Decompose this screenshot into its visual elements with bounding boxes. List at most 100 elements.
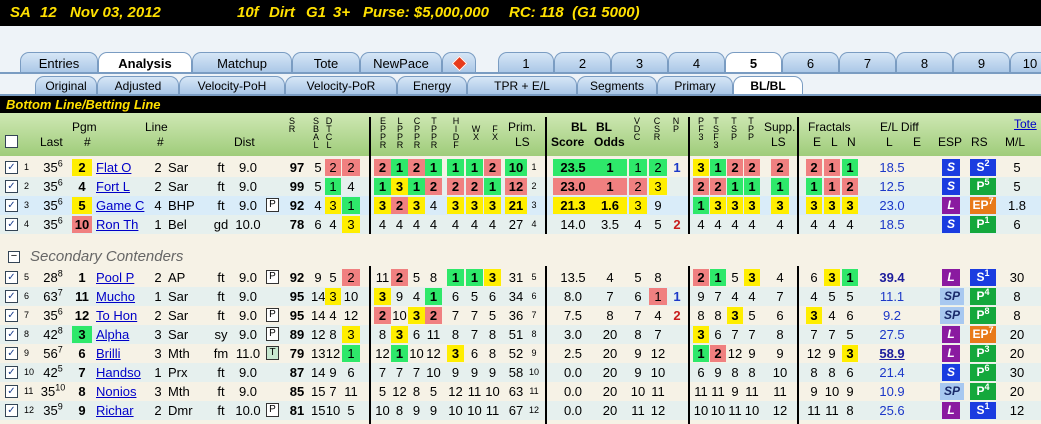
table-row[interactable]: ✓ 7 356 12 To Hon 2 Sar ft 9.0 P 95 14 4 12 2 10 3 2 7 7 5 36…	[0, 306, 1041, 325]
last-superscript: 9	[57, 401, 63, 412]
subtab-original[interactable]: Original	[35, 76, 97, 94]
table-row[interactable]: ✓ 12 359 9 Richar 2 Dmr ft 10.0 P 81 15 10 5 10 8 9 9 10 10…	[0, 401, 1041, 420]
tab-race-3[interactable]: 3	[611, 52, 668, 73]
row-checkbox[interactable]: ✓	[5, 218, 18, 231]
subtab-tpr-el[interactable]: TPR + E/L	[467, 76, 577, 94]
row-checkbox[interactable]: ✓	[5, 290, 18, 303]
tab-matchup[interactable]: Matchup	[192, 52, 292, 73]
subtab-adjusted[interactable]: Adjusted	[97, 76, 179, 94]
surface-flag-box: P	[266, 327, 279, 341]
subtab-velocity-poh[interactable]: Velocity-PoH	[179, 76, 285, 94]
morning-line-odds: 1.8	[1007, 198, 1027, 213]
subtab-bl-bl[interactable]: BL/BL	[733, 76, 803, 94]
table-row[interactable]: ✓ 1 356 2 Flat O 2 Sar ft 9.0 97 5 2 2 2 1 2 1 1 1 2 10 1 23.5…	[0, 158, 1041, 177]
horse-name-link[interactable]: Handso	[96, 363, 152, 382]
row-checkbox[interactable]: ✓	[5, 385, 18, 398]
speed-rating: 85	[289, 384, 305, 399]
tab-race-8[interactable]: 8	[896, 52, 953, 73]
row-checkbox[interactable]: ✓	[5, 347, 18, 360]
header-bl-score-1: BL	[571, 120, 587, 134]
surface: ft	[217, 289, 225, 304]
tab-race-9[interactable]: 9	[953, 52, 1010, 73]
supp-ls: 7	[776, 289, 784, 304]
table-row[interactable]: ✓ 2 356 4 Fort L 2 Sar ft 9.0 99 5 1 4 1 3 1 2 2 2 1 12 2 23.0…	[0, 177, 1041, 196]
horse-name-link[interactable]: Alpha	[96, 325, 152, 344]
subtab-energy[interactable]: Energy	[397, 76, 467, 94]
row-checkbox[interactable]: ✓	[5, 328, 18, 341]
row-checkbox[interactable]: ✓	[5, 309, 18, 322]
collapse-toggle[interactable]: −	[8, 251, 20, 263]
fractal-seg-f3: 3	[727, 307, 743, 324]
subtab-velocity-por[interactable]: Velocity-PoR	[285, 76, 397, 94]
row-number: 6	[24, 291, 30, 301]
np-rank: 2	[673, 308, 681, 323]
table-row[interactable]: ✓ 9 567 6 Brilli 3 Mth fm 11.0 T 79 13 12 1 12 1 10 12 3 6 8…	[0, 344, 1041, 363]
select-all-checkbox[interactable]	[5, 135, 18, 148]
table-row[interactable]: ✓ 11 3510 8 Nonios 3 Mth ft 9.0 85 15 7 11 5 12 8 5 12 11 1…	[0, 382, 1041, 401]
tab-race-2[interactable]: 2	[554, 52, 611, 73]
fractal-seg-f3: 4	[731, 289, 739, 304]
tab-race-10[interactable]: 10	[1010, 52, 1041, 73]
track-icon-tab[interactable]	[442, 52, 476, 73]
table-row[interactable]: ✓ 4 356 10 Ron Th 1 Bel gd 10.0 78 6 4 3 4 4 4 4 4 4 4 27 4 14…	[0, 215, 1041, 234]
horse-name-link[interactable]: To Hon	[96, 306, 152, 325]
table-row[interactable]: ✓ 3 356 5 Game C 4 BHP ft 9.0 P 92 4 3 1 3 2 3 4 3 3 3 21 3 21.…	[0, 196, 1041, 215]
row-checkbox[interactable]: ✓	[5, 161, 18, 174]
header-tote-link[interactable]: Tote	[1014, 117, 1037, 131]
row-checkbox[interactable]: ✓	[5, 199, 18, 212]
pace-rank-e6: 6	[470, 346, 479, 361]
fractal-seg-f2: 4	[714, 217, 722, 232]
header-csr: C S R	[653, 116, 661, 142]
vdc-rank: 7	[634, 308, 642, 323]
horse-name-link[interactable]: Ron Th	[96, 215, 152, 234]
table-row[interactable]: ✓ 5 288 1 Pool P 2 AP ft 9.0 P 92 9 5 2 11 2 5 8 1 1 3 31 5 13.…	[0, 268, 1041, 287]
row-checkbox[interactable]: ✓	[5, 404, 18, 417]
fractal-n: 6	[846, 365, 854, 380]
last-value: 35	[43, 160, 58, 175]
supp-ls: 6	[776, 308, 784, 323]
bal-value: 14	[311, 365, 326, 380]
subtab-primary[interactable]: Primary	[657, 76, 733, 94]
dtcl-c: 3	[342, 326, 360, 343]
horse-name-link[interactable]: Game C	[96, 196, 152, 215]
table-row[interactable]: ✓ 8 428 3 Alpha 3 Sar sy 9.0 P 89 12 8 3 8 3 6 11 8 7 8 51 8 3.…	[0, 325, 1041, 344]
tab-entries[interactable]: Entries	[20, 52, 98, 73]
fractal-n: 1	[842, 159, 858, 176]
surface: gd	[213, 217, 229, 232]
horse-name-link[interactable]: Nonios	[96, 382, 152, 401]
row-checkbox[interactable]: ✓	[5, 180, 18, 193]
fractal-seg-f3: 12	[727, 346, 743, 361]
line-number: 1	[154, 217, 162, 232]
table-row[interactable]: ✓ 6 637 11 Mucho 1 Sar ft 9.0 95 14 3 10 3 9 4 1 6 5 6 34 6 8.…	[0, 287, 1041, 306]
tab-analysis[interactable]: Analysis	[98, 52, 192, 74]
last-race-days: 288	[38, 268, 68, 287]
tab-race-1[interactable]: 1	[498, 52, 554, 73]
horse-name-link[interactable]: Richar	[96, 401, 152, 420]
last-value: 35	[43, 179, 58, 194]
rs-superscript: 6	[984, 363, 990, 373]
row-checkbox[interactable]: ✓	[5, 271, 18, 284]
horse-name-link[interactable]: Flat O	[96, 158, 152, 177]
race-distance: 10f	[237, 4, 259, 21]
csr-rank: 3	[649, 178, 667, 195]
pace-rank-e2: 4	[395, 217, 404, 232]
fractal-l: 7	[828, 327, 836, 342]
horse-name-link[interactable]: Fort L	[96, 177, 152, 196]
tab-race-5[interactable]: 5	[725, 52, 782, 74]
dtcl-b: 4	[329, 308, 337, 323]
horse-name-link[interactable]: Brilli	[96, 344, 152, 363]
el-diff: 25.6	[879, 403, 905, 418]
subtab-segments[interactable]: Segments	[577, 76, 657, 94]
tab-race-4[interactable]: 4	[668, 52, 725, 73]
tab-race-6[interactable]: 6	[782, 52, 839, 73]
tab-newpace[interactable]: NewPace	[360, 52, 442, 73]
horse-name-link[interactable]: Pool P	[96, 268, 152, 287]
tab-race-7[interactable]: 7	[839, 52, 896, 73]
tab-tote[interactable]: Tote	[292, 52, 360, 73]
row-checkbox[interactable]: ✓	[5, 366, 18, 379]
table-row[interactable]: ✓ 10 425 7 Handso 1 Prx ft 9.0 87 14 9 6 7 7 7 10 9 9 9 58 10…	[0, 363, 1041, 382]
morning-line-odds: 20	[1009, 346, 1025, 361]
dtcl-c: 12	[343, 308, 359, 323]
fractal-seg-f1: 2	[693, 269, 709, 286]
horse-name-link[interactable]: Mucho	[96, 287, 152, 306]
